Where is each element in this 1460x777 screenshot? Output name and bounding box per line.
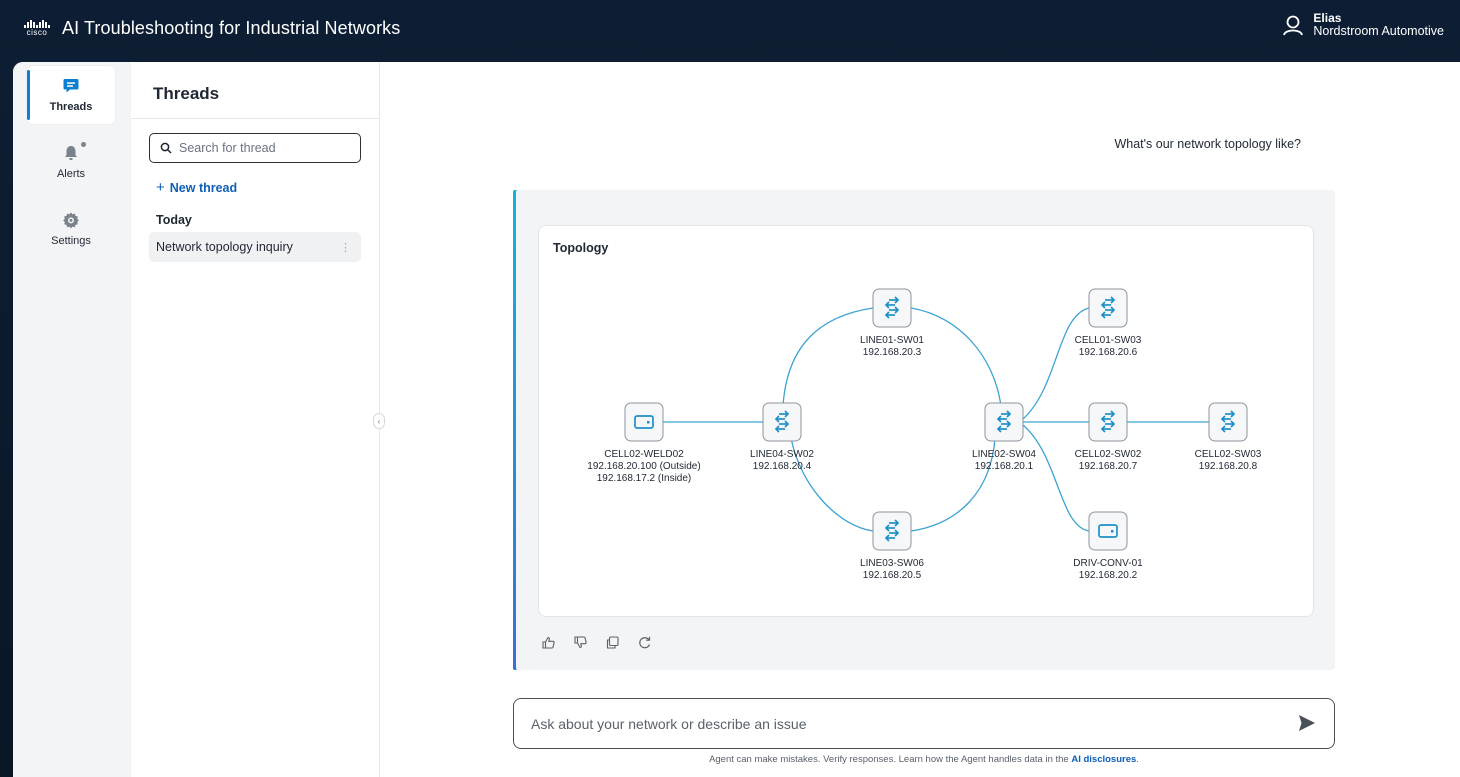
edge-line01-line02 <box>910 307 1002 407</box>
nav-label-alerts: Alerts <box>56 168 86 180</box>
answer-card: CELL02-WELD02 192.168.20.100 (Outside) 192… <box>513 190 1335 670</box>
message-input[interactable] <box>531 715 1271 732</box>
divider <box>131 118 380 119</box>
disclaimer-end: . <box>1136 754 1139 765</box>
node-ip-inside: 192.168.17.2 (Inside) <box>597 473 692 484</box>
message-actions <box>541 635 652 650</box>
node-name: CELL02-SW03 <box>1195 449 1262 460</box>
node-name: DRIV-CONV-01 <box>1073 558 1143 569</box>
node-ip: 192.168.20.1 <box>975 461 1034 472</box>
user-menu[interactable]: Elias Nordstroom Automotive <box>1282 12 1444 38</box>
search-input[interactable] <box>179 141 349 155</box>
node-driv-conv-01[interactable]: DRIV-CONV-01192.168.20.2 <box>1073 511 1143 581</box>
node-cell02-sw03[interactable]: CELL02-SW03192.168.20.8 <box>1195 402 1262 472</box>
edge-line02-driv <box>1022 424 1090 532</box>
node-name: LINE02-SW04 <box>972 449 1036 460</box>
disclaimer-text: Agent can make mistakes. Verify response… <box>709 754 1072 765</box>
gear-icon <box>63 212 79 229</box>
node-line02-sw04[interactable]: LINE02-SW04192.168.20.1 <box>972 402 1036 472</box>
disclaimer: Agent can make mistakes. Verify response… <box>513 754 1335 765</box>
node-box <box>1088 402 1128 442</box>
node-cell01-sw03[interactable]: CELL01-SW03192.168.20.6 <box>1075 288 1142 358</box>
node-name: LINE04-SW02 <box>750 449 814 460</box>
topology-title: Topology <box>553 241 609 255</box>
node-box <box>1088 288 1128 328</box>
node-ip: 192.168.20.5 <box>863 570 922 581</box>
search-icon <box>160 142 172 154</box>
node-box <box>762 402 802 442</box>
nav-item-settings[interactable]: Settings <box>27 200 115 258</box>
brand: cisco AI Troubleshooting for Industrial … <box>22 18 400 39</box>
node-ip: 192.168.20.7 <box>1079 461 1138 472</box>
nav-label-settings: Settings <box>51 235 91 247</box>
node-line01-sw01[interactable]: LINE01-SW01192.168.20.3 <box>860 288 924 358</box>
node-box <box>624 402 664 442</box>
topology-card: CELL02-WELD02 192.168.20.100 (Outside) 192… <box>538 225 1314 617</box>
copy-icon[interactable] <box>605 635 620 650</box>
logo-text: cisco <box>26 27 48 37</box>
composer[interactable] <box>513 698 1335 749</box>
ai-disclosures-link[interactable]: AI disclosures <box>1071 754 1136 765</box>
topology-nodes: CELL02-WELD02192.168.20.100 (Outside)192… <box>587 288 1262 581</box>
user-message: What's our network topology like? <box>1114 137 1301 151</box>
node-box <box>1208 402 1248 442</box>
kebab-menu-icon[interactable]: ⋮ <box>340 241 351 254</box>
threads-panel: Threads + New thread Today Network topol… <box>131 62 380 777</box>
thread-item[interactable]: Network topology inquiry ⋮ <box>149 232 361 262</box>
app-title: AI Troubleshooting for Industrial Networ… <box>62 17 401 38</box>
node-box <box>1088 511 1128 551</box>
threads-title: Threads <box>153 84 220 103</box>
thumbs-up-icon[interactable] <box>541 635 556 650</box>
nav-label-threads: Threads <box>49 101 93 113</box>
alert-dot <box>81 142 86 147</box>
user-org: Nordstroom Automotive <box>1313 24 1444 38</box>
group-label: Today <box>156 213 192 227</box>
nav-item-alerts[interactable]: Alerts <box>27 133 115 191</box>
thread-item-label: Network topology inquiry <box>156 240 293 254</box>
node-box <box>872 288 912 328</box>
bell-icon <box>62 142 86 162</box>
node-ip: 192.168.20.2 <box>1079 570 1138 581</box>
collapse-panel-handle[interactable]: ‹ <box>373 413 385 429</box>
node-name: LINE01-SW01 <box>860 335 924 346</box>
top-bar: cisco AI Troubleshooting for Industrial … <box>0 0 1460 56</box>
node-box <box>872 511 912 551</box>
new-thread-button[interactable]: + New thread <box>156 179 237 196</box>
edge-line02-cell01sw03 <box>1022 307 1090 420</box>
topology-diagram: CELL02-WELD02192.168.20.100 (Outside)192… <box>587 288 1262 581</box>
node-box <box>984 402 1024 442</box>
node-line03-sw06[interactable]: LINE03-SW06192.168.20.5 <box>860 511 924 581</box>
node-name: CELL02-WELD02 <box>604 449 684 460</box>
thumbs-down-icon[interactable] <box>573 635 588 650</box>
node-ip: 192.168.20.6 <box>1079 347 1138 358</box>
node-ip: 192.168.20.8 <box>1199 461 1258 472</box>
node-name: CELL01-SW03 <box>1075 335 1142 346</box>
node-cell02-sw02[interactable]: CELL02-SW02192.168.20.7 <box>1075 402 1142 472</box>
chat-icon <box>63 79 79 93</box>
plus-icon: + <box>156 179 165 196</box>
left-nav: Threads Alerts Settings <box>13 62 131 777</box>
new-thread-label: New thread <box>169 180 238 195</box>
cisco-logo: cisco <box>22 19 52 37</box>
search-box[interactable] <box>149 133 361 163</box>
node-line04-sw02[interactable]: LINE04-SW02192.168.20.4 <box>750 402 814 472</box>
send-icon[interactable] <box>1297 713 1317 733</box>
node-ip: 192.168.20.4 <box>753 461 812 472</box>
refresh-icon[interactable] <box>637 635 652 650</box>
edge-line04-line01 <box>782 307 874 407</box>
node-cell02-weld02[interactable]: CELL02-WELD02192.168.20.100 (Outside)192… <box>587 402 701 484</box>
app-frame: Threads Alerts Settings Threads Search f… <box>13 62 1460 777</box>
node-ip: 192.168.20.100 (Outside) <box>587 461 700 472</box>
nav-item-threads[interactable]: Threads <box>27 66 115 124</box>
node-name: LINE03-SW06 <box>860 558 924 569</box>
node-ip: 192.168.20.3 <box>863 347 922 358</box>
node-name: CELL02-SW02 <box>1075 449 1142 460</box>
user-icon <box>1283 15 1304 36</box>
